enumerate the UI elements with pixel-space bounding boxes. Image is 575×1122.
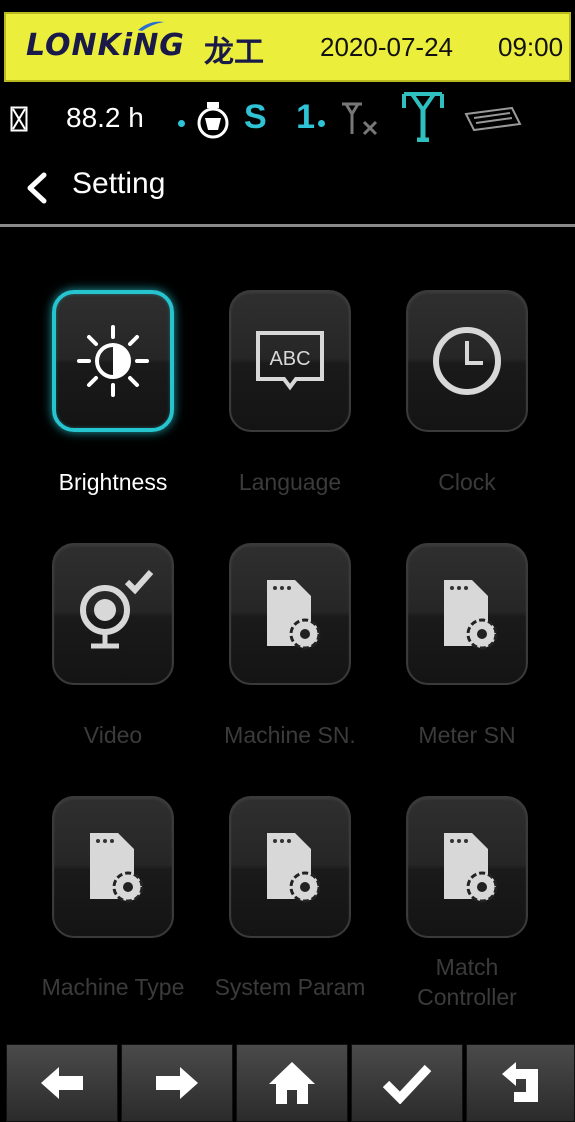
clock-icon <box>433 327 501 395</box>
file-gear-icon <box>267 580 321 650</box>
language-icon: ABC <box>256 331 324 391</box>
page-title: Setting <box>72 167 166 200</box>
file-gear-icon <box>444 833 498 903</box>
engine-icon <box>197 102 229 139</box>
nav-left-button[interactable] <box>6 1044 118 1122</box>
left-arrow-icon <box>41 1067 83 1099</box>
meter-sn-tile[interactable] <box>406 543 528 685</box>
home-icon <box>269 1062 315 1104</box>
system-param-label: System Param <box>214 974 366 1000</box>
nav-confirm-button[interactable] <box>351 1044 463 1122</box>
match-controller-label: Match Controller <box>417 954 517 1010</box>
language-label: Language <box>238 469 342 495</box>
right-arrow-icon <box>156 1067 198 1099</box>
brand-logo: LONKiNG <box>26 28 185 63</box>
engine-hours: 88.2 h <box>66 102 144 133</box>
video-label: Video <box>83 722 143 748</box>
status-dot <box>178 120 185 127</box>
machine-type-tile[interactable] <box>52 796 174 938</box>
return-icon <box>501 1062 538 1102</box>
language-tile[interactable]: ABC <box>229 290 351 432</box>
header-date: 2020-07-24 <box>320 32 453 62</box>
machine-sn-tile[interactable] <box>229 543 351 685</box>
match-controller-tile[interactable] <box>406 796 528 938</box>
file-gear-icon <box>90 833 144 903</box>
nav-return-button[interactable] <box>466 1044 575 1122</box>
machine-type-label: Machine Type <box>41 974 185 1000</box>
file-gear-icon <box>267 833 321 903</box>
webcam-icon <box>80 570 154 649</box>
back-chevron-icon[interactable] <box>22 171 52 205</box>
antenna-icon <box>402 92 444 142</box>
header-time: 09:00 <box>498 32 564 62</box>
svg-text:ABC: ABC <box>269 348 310 370</box>
bottom-nav-bar <box>0 1044 575 1122</box>
brightness-icon <box>77 325 149 397</box>
machine-sn-label: Machine SN. <box>224 722 356 748</box>
title-bar: Setting <box>0 155 575 221</box>
nav-home-button[interactable] <box>236 1044 348 1122</box>
system-param-tile[interactable] <box>229 796 351 938</box>
no-signal-icon <box>342 102 378 136</box>
video-tile[interactable] <box>52 543 174 685</box>
brightness-tile[interactable] <box>52 290 174 432</box>
file-gear-icon <box>444 580 498 650</box>
status-dot <box>318 120 325 127</box>
top-header-bar: LONKiNG 龙工 2020-07-24 09:00 <box>4 12 571 82</box>
check-icon <box>382 1064 432 1104</box>
title-divider <box>0 224 575 227</box>
hourglass-icon <box>10 106 28 132</box>
clock-label: Clock <box>438 469 496 495</box>
nav-right-button[interactable] <box>121 1044 233 1122</box>
clock-tile[interactable] <box>406 290 528 432</box>
meter-sn-label: Meter SN <box>418 722 516 748</box>
brightness-label: Brightness <box>58 469 168 495</box>
brand-logo-cn: 龙工 <box>204 35 264 70</box>
status-row: 88.2 h S 1 <box>0 90 575 150</box>
gear-indicator: S 1 <box>244 98 326 136</box>
card-icon <box>464 106 522 132</box>
